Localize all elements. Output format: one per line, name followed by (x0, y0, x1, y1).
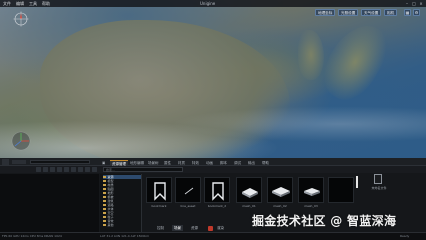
folder-icon (103, 195, 106, 199)
globe-viewport[interactable] (0, 0, 426, 158)
file-label: 未命名文件 (371, 186, 387, 190)
mesh-icon (272, 187, 290, 197)
tab-debug[interactable]: 调试 (232, 160, 243, 166)
status-stats: FPS 60 GPU 12ms CPU 8ms DRAW 1024 (2, 233, 62, 238)
panel-menu-icon[interactable] (2, 159, 9, 165)
camera-button[interactable]: 相机 (384, 9, 398, 16)
bottom-tab-assets[interactable]: 资源 (189, 225, 200, 231)
app-title: Unigine (200, 1, 216, 6)
tab-terrain[interactable]: 地形编辑 (128, 160, 146, 166)
asset-thumb[interactable] (267, 177, 293, 203)
tab-scripts[interactable]: 脚本 (218, 160, 229, 166)
folder-icon (103, 175, 106, 179)
asset-thumb[interactable] (298, 177, 324, 203)
folder-icon (103, 219, 106, 223)
landmass-korea (298, 30, 324, 80)
settings-icon[interactable]: ⚙ (413, 9, 420, 16)
tab-output[interactable]: 输出 (246, 160, 257, 166)
axis-gizmo-icon[interactable] (10, 130, 32, 152)
bottom-tab-render[interactable]: 渲染 (215, 225, 226, 231)
bottom-tab-scene[interactable]: 场景 (172, 225, 183, 231)
tab-scene-tree[interactable]: 场景树 (146, 160, 161, 166)
thumb-label: mesh_03 (304, 204, 318, 208)
lighting-button[interactable]: 光照设置 (338, 9, 359, 16)
menu-tools[interactable]: 工具 (29, 1, 37, 7)
asset-thumb[interactable] (236, 177, 262, 203)
tab-animation[interactable]: 动画 (204, 160, 215, 166)
folder-icon (103, 179, 106, 183)
folder-icon (103, 223, 106, 227)
asset-search-input[interactable]: 搜索... (103, 167, 183, 172)
menu-help[interactable]: 帮助 (42, 1, 50, 7)
file-icon[interactable] (374, 174, 382, 184)
tab-help[interactable]: 帮助 (260, 160, 271, 166)
folder-icon (103, 199, 106, 203)
panel-search-icon[interactable] (12, 160, 26, 164)
tool-icon-6[interactable] (71, 167, 76, 172)
status-ready: Ready (400, 233, 410, 238)
minimize-icon[interactable]: – (404, 1, 410, 6)
tab-materials[interactable]: 材质 (176, 160, 187, 166)
folder-icon (103, 183, 106, 187)
weather-button[interactable]: 天气设置 (361, 9, 382, 16)
thumb-label: bookmark (151, 204, 167, 208)
panel-filter-input[interactable] (30, 160, 90, 164)
watermark: 掘金技术社区 @ 智蓝深海 (252, 214, 397, 228)
maximize-icon[interactable]: □ (411, 1, 417, 6)
thumb-label: mesh_01 (242, 204, 256, 208)
compass-icon[interactable] (13, 11, 29, 27)
tool-icon-4[interactable] (57, 167, 62, 172)
landmass-japan (313, 14, 397, 110)
folder-icon (103, 203, 106, 207)
tool-icon-9[interactable] (92, 167, 97, 172)
status-coordinates: LAT 31.2 LON 121.4 ALT 1500km (100, 233, 150, 238)
record-icon[interactable] (208, 226, 213, 231)
tab-assets[interactable]: 资源管理 (110, 159, 128, 166)
grid-icon[interactable]: ▦ (404, 9, 411, 16)
bookmark-icon (154, 182, 166, 201)
folder-icon (103, 207, 106, 211)
scrollbar-handle[interactable] (356, 176, 358, 188)
tool-icon-1[interactable] (36, 167, 41, 172)
line-icon (184, 187, 194, 195)
menu-edit[interactable]: 编辑 (16, 1, 24, 7)
status-bar (0, 232, 426, 240)
cloud-layer (0, 100, 426, 158)
thumb-label: mesh_02 (273, 204, 287, 208)
left-dock (0, 174, 99, 232)
close-icon[interactable]: × (418, 1, 424, 6)
bookmark-icon (212, 182, 224, 201)
mesh-icon (304, 188, 320, 196)
bottom-tab-control[interactable]: 控制 (155, 225, 166, 231)
mesh-icon (242, 188, 258, 198)
thumb-label: bookmark_2 (207, 204, 227, 208)
folder-icon (103, 211, 106, 215)
tree-item[interactable]: 其他 (103, 223, 114, 227)
tab-effects[interactable]: 特效 (190, 160, 201, 166)
tool-icon-8[interactable] (85, 167, 90, 172)
folder-icon (103, 215, 106, 219)
asset-thumb[interactable] (146, 177, 172, 203)
tool-icon-2[interactable] (43, 167, 48, 172)
tool-icon-7[interactable] (78, 167, 83, 172)
tool-icon-3[interactable] (50, 167, 55, 172)
geo-coordinate-button[interactable]: 地理坐标 (315, 9, 336, 16)
tab-marker[interactable]: ▣ (100, 160, 107, 166)
folder-icon (103, 191, 106, 195)
menu-file[interactable]: 文件 (3, 1, 11, 7)
tab-properties[interactable]: 属性 (162, 160, 173, 166)
asset-thumb[interactable] (175, 177, 201, 203)
asset-thumb[interactable] (204, 177, 230, 203)
tool-icon-5[interactable] (64, 167, 69, 172)
asset-thumb[interactable] (328, 177, 354, 203)
thumb-label: line_asset (180, 204, 196, 208)
folder-icon (103, 187, 106, 191)
